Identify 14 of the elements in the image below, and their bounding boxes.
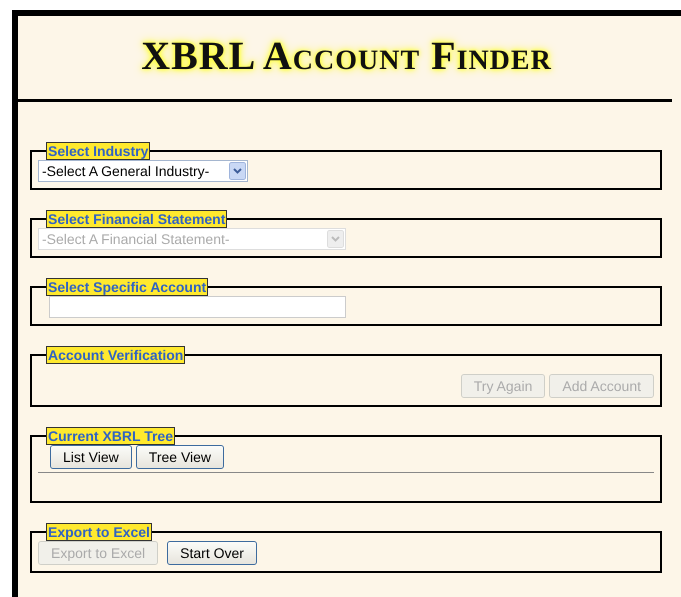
action-button[interactable]: List View xyxy=(50,445,132,469)
section-legend: Select Financial Statement xyxy=(46,210,228,228)
chevron-down-icon xyxy=(327,230,344,248)
action-button[interactable]: Start Over xyxy=(167,541,257,565)
section-legend: Select Industry xyxy=(46,142,150,160)
dropdown[interactable]: -Select A General Industry- xyxy=(38,160,248,182)
account-input-field[interactable] xyxy=(49,296,346,318)
section-legend: Account Verification xyxy=(46,346,186,364)
chevron-down-icon xyxy=(229,162,246,180)
section-legend: Current XBRL Tree xyxy=(46,427,175,445)
section-legend: Export to Excel xyxy=(46,523,152,541)
app-title: XBRL Account Finder xyxy=(141,32,552,78)
action-button[interactable]: Tree View xyxy=(136,445,224,469)
section-legend: Select Specific Account xyxy=(46,278,208,296)
